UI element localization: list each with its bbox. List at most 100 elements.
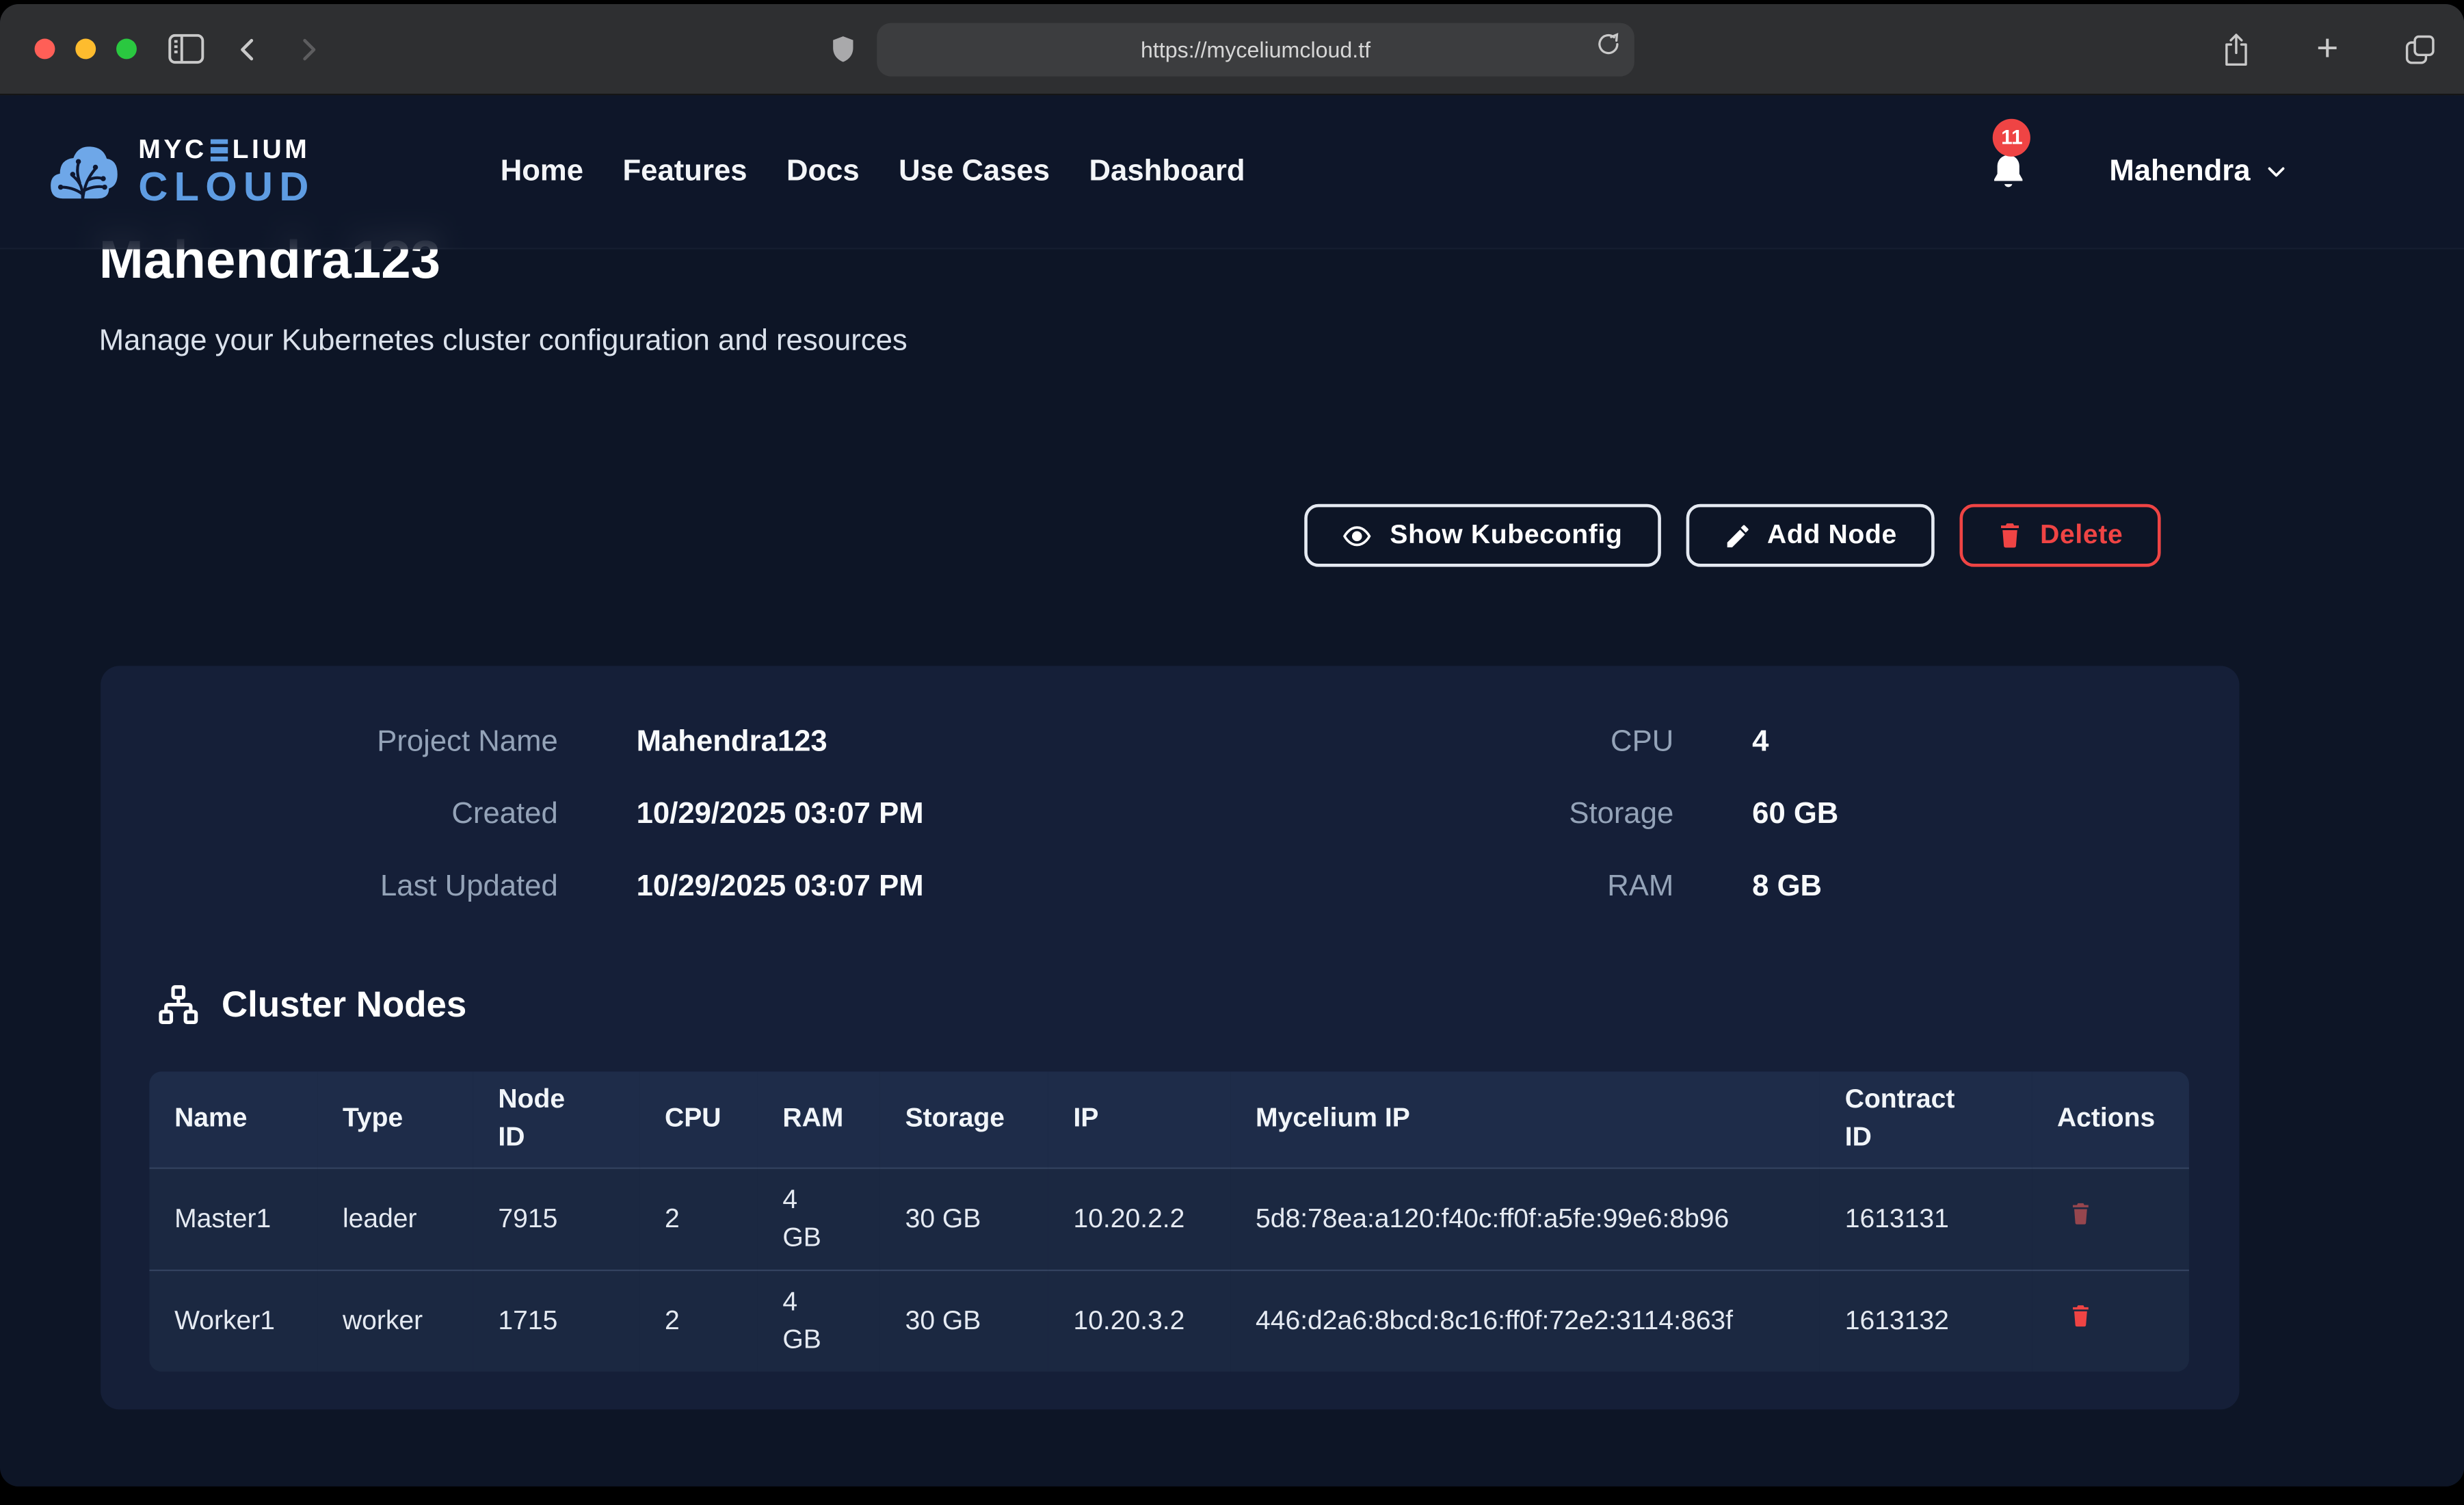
plus-glyph: + — [2316, 34, 2338, 65]
cell-node-id: 7915 — [473, 1167, 640, 1269]
user-name: Mahendra — [2109, 154, 2250, 189]
delete-node-button[interactable] — [2069, 1200, 2091, 1227]
cell-name: Worker1 — [149, 1270, 317, 1371]
cpu-value: 4 — [1673, 716, 2190, 770]
storage-value: 60 GB — [1673, 789, 2190, 842]
window-zoom-button[interactable] — [116, 39, 137, 60]
new-tab-icon[interactable]: + — [2316, 34, 2338, 65]
address-bar-group: https://myceliumcloud.tf — [830, 22, 1634, 75]
show-kubeconfig-button[interactable]: Show Kubeconfig — [1305, 504, 1660, 567]
table-row: Worker1 worker 1715 2 4 GB 30 GB 10.20.3… — [149, 1270, 2189, 1371]
col-ip: IP — [1048, 1071, 1231, 1167]
ram-value: 8 GB — [1673, 861, 2190, 914]
cell-actions — [2032, 1270, 2189, 1371]
col-node-id: Node ID — [473, 1071, 640, 1167]
col-cpu: CPU — [639, 1071, 757, 1167]
cell-ram: 4 GB — [758, 1270, 880, 1371]
cpu-label: CPU — [1297, 716, 1673, 770]
toolbar-right-icons: + — [2222, 31, 2436, 66]
col-actions: Actions — [2032, 1071, 2189, 1167]
cell-storage: 30 GB — [880, 1167, 1048, 1269]
table-row: Master1 leader 7915 2 4 GB 30 GB 10.20.2… — [149, 1167, 2189, 1269]
eye-icon — [1342, 521, 1373, 551]
privacy-shield-icon[interactable] — [830, 34, 856, 65]
project-name-value: Mahendra123 — [558, 716, 1297, 770]
forward-icon[interactable] — [292, 34, 323, 65]
nav-use-cases[interactable]: Use Cases — [899, 154, 1050, 189]
nav-dashboard[interactable]: Dashboard — [1089, 154, 1245, 189]
ram-label: RAM — [1297, 861, 1673, 914]
col-storage: Storage — [880, 1071, 1048, 1167]
last-updated-label: Last Updated — [149, 861, 557, 914]
user-menu[interactable]: Mahendra — [2109, 154, 2288, 189]
brand-logo[interactable]: MYCLIUM CLOUD — [47, 135, 315, 209]
site-header: MYCLIUM CLOUD Home Features Docs Use Cas… — [0, 95, 2464, 249]
nav-features[interactable]: Features — [623, 154, 747, 189]
notification-badge: 11 — [1993, 118, 2030, 156]
cell-node-id: 1715 — [473, 1270, 640, 1371]
col-ram: RAM — [758, 1071, 880, 1167]
page: Mahendra123 Manage your Kubernetes clust… — [0, 95, 2464, 1487]
network-icon — [157, 984, 200, 1026]
cell-ip: 10.20.2.2 — [1048, 1167, 1231, 1269]
project-name-label: Project Name — [149, 716, 557, 770]
cell-ip: 10.20.3.2 — [1048, 1270, 1231, 1371]
reload-icon[interactable] — [1592, 27, 1625, 60]
cluster-details-panel: Project Name Mahendra123 CPU 4 Created 1… — [101, 666, 2239, 1409]
brand-line-cloud: CLOUD — [138, 163, 315, 210]
cell-type: worker — [317, 1270, 473, 1371]
browser-window: https://myceliumcloud.tf + — [0, 4, 2464, 1487]
brand-line-mycelium: MYCLIUM — [138, 135, 315, 166]
cluster-nodes-title: Cluster Nodes — [222, 984, 466, 1026]
cell-actions — [2032, 1167, 2189, 1269]
mycelium-cloud-logo-icon — [47, 140, 121, 204]
last-updated-value: 10/29/2025 03:07 PM — [558, 861, 1297, 914]
project-info-grid: Project Name Mahendra123 CPU 4 Created 1… — [149, 716, 2190, 915]
page-subtitle: Manage your Kubernetes cluster configura… — [99, 325, 2464, 360]
cell-contract-id: 1613131 — [1820, 1167, 2032, 1269]
stylized-e-icon — [211, 139, 228, 161]
traffic-lights — [35, 39, 137, 60]
created-label: Created — [149, 789, 557, 842]
nav-home[interactable]: Home — [501, 154, 583, 189]
chevron-down-icon — [2264, 159, 2288, 183]
pencil-icon — [1723, 522, 1750, 549]
window-minimize-button[interactable] — [75, 39, 96, 60]
brand-wordmark: MYCLIUM CLOUD — [138, 135, 315, 209]
cell-cpu: 2 — [639, 1167, 757, 1269]
notifications-bell-icon[interactable]: 11 — [1990, 151, 2028, 192]
storage-label: Storage — [1297, 789, 1673, 842]
cell-name: Master1 — [149, 1167, 317, 1269]
sidebar-toggle-icon[interactable] — [168, 34, 204, 64]
col-contract-id: Contract ID — [1820, 1071, 2032, 1167]
cell-storage: 30 GB — [880, 1270, 1048, 1371]
share-icon[interactable] — [2222, 31, 2250, 66]
header-right: 11 Mahendra — [1990, 151, 2288, 192]
url-text: https://myceliumcloud.tf — [1141, 36, 1370, 62]
screen: https://myceliumcloud.tf + — [0, 4, 2464, 1487]
cell-type: leader — [317, 1167, 473, 1269]
nav-docs[interactable]: Docs — [786, 154, 860, 189]
tab-overview-icon[interactable] — [2405, 34, 2436, 65]
delete-node-button[interactable] — [2069, 1302, 2091, 1329]
created-value: 10/29/2025 03:07 PM — [558, 789, 1297, 842]
main-nav: Home Features Docs Use Cases Dashboard — [501, 154, 1245, 189]
browser-toolbar: https://myceliumcloud.tf + — [0, 4, 2464, 95]
cluster-actions: Show Kubeconfig Add Node Delete — [101, 504, 2239, 567]
cell-ram: 4 GB — [758, 1167, 880, 1269]
back-icon[interactable] — [233, 34, 264, 65]
delete-cluster-button[interactable]: Delete — [1960, 504, 2161, 567]
cell-cpu: 2 — [639, 1270, 757, 1371]
address-bar[interactable]: https://myceliumcloud.tf — [877, 22, 1634, 75]
delete-label: Delete — [2040, 520, 2123, 551]
col-type: Type — [317, 1071, 473, 1167]
col-mycelium-ip: Mycelium IP — [1230, 1071, 1820, 1167]
page-content: Mahendra123 Manage your Kubernetes clust… — [0, 95, 2464, 1409]
add-node-label: Add Node — [1767, 520, 1897, 551]
cell-contract-id: 1613132 — [1820, 1270, 2032, 1371]
col-name: Name — [149, 1071, 317, 1167]
cell-mycelium-ip: 5d8:78ea:a120:f40c:ff0f:a5fe:99e6:8b96 — [1230, 1167, 1820, 1269]
add-node-button[interactable]: Add Node — [1685, 504, 1935, 567]
window-close-button[interactable] — [35, 39, 55, 60]
nodes-table: Name Type Node ID CPU RAM Storage IP Myc… — [149, 1071, 2189, 1371]
